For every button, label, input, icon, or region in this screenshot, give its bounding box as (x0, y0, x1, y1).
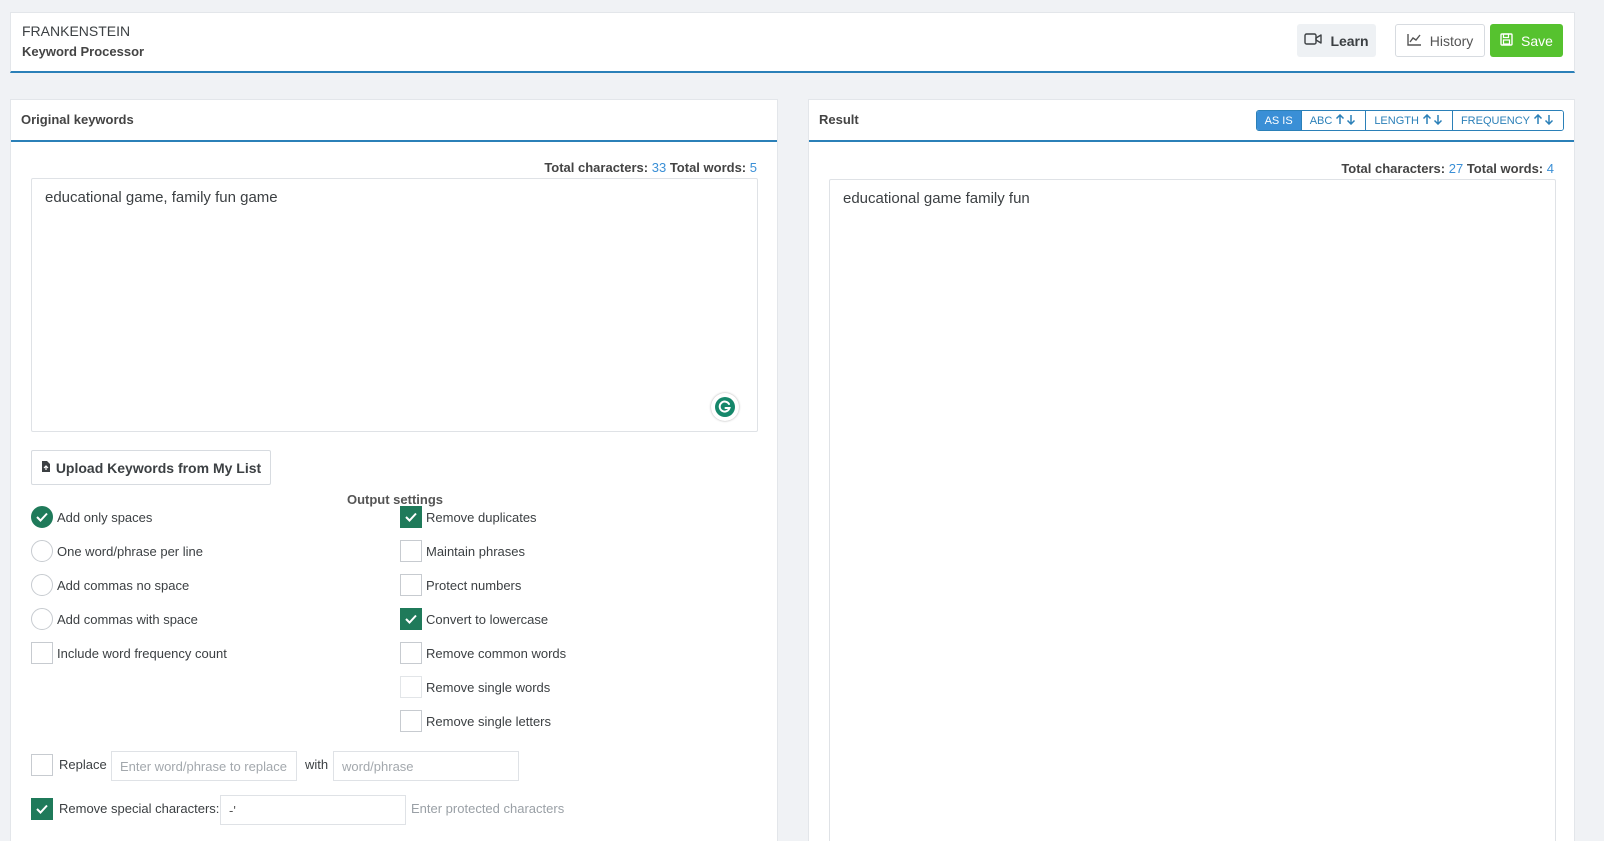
radio-label: One word/phrase per line (57, 543, 203, 559)
result-panel: Result AS IS ABC LENGTH FREQUENCY Total … (808, 99, 1575, 841)
chars-count: 27 (1448, 161, 1464, 176)
sort-length-button[interactable]: LENGTH (1365, 111, 1452, 130)
words-count: 4 (1546, 161, 1554, 176)
checkbox-label: Protect numbers (426, 577, 522, 593)
checkbox-convert-lowercase[interactable]: Convert to lowercase (400, 608, 548, 630)
sort-button-group: AS IS ABC LENGTH FREQUENCY (1255, 110, 1564, 131)
words-count: 5 (749, 160, 757, 175)
history-label: History (1429, 32, 1474, 49)
sort-label: LENGTH (1374, 114, 1419, 127)
learn-label: Learn (1330, 32, 1369, 49)
checkbox-remove-single-words[interactable]: Remove single words (400, 676, 550, 698)
keywords-textarea[interactable]: educational game, family fun game (31, 178, 758, 432)
radio-label: Add only spaces (57, 509, 153, 525)
sort-abc-button[interactable]: ABC (1300, 111, 1366, 130)
special-characters-label: Remove special characters: (59, 801, 220, 816)
sort-arrows-icon (1533, 113, 1555, 128)
checkbox-checked-icon (400, 608, 422, 630)
checkbox-maintain-phrases[interactable]: Maintain phrases (400, 540, 525, 562)
save-button[interactable]: Save (1490, 24, 1563, 57)
checkbox-unchecked-icon (31, 642, 53, 664)
app-subtitle: Keyword Processor (22, 44, 145, 59)
checkbox-label: Remove common words (426, 645, 567, 661)
result-text: educational game family fun (843, 190, 1030, 207)
history-button[interactable]: History (1395, 24, 1485, 57)
radio-commas-with-space[interactable]: Add commas with space (31, 608, 198, 630)
words-label: Total words: (1466, 161, 1544, 176)
panel-header: Result AS IS ABC LENGTH FREQUENCY (809, 100, 1574, 142)
file-upload-icon (41, 460, 51, 476)
replace-with-input[interactable] (333, 751, 519, 781)
checkbox-label: Remove single words (426, 679, 551, 695)
checkbox-remove-duplicates[interactable]: Remove duplicates (400, 506, 537, 528)
checkbox-unchecked-icon (400, 642, 422, 664)
app-header: FRANKENSTEIN Keyword Processor Learn His… (10, 12, 1575, 73)
panel-header: Original keywords (11, 100, 777, 142)
sort-frequency-button[interactable]: FREQUENCY (1451, 111, 1563, 130)
panel-title: Original keywords (21, 112, 134, 127)
radio-label: Add commas no space (57, 577, 190, 593)
protected-characters-hint: Enter protected characters (411, 801, 565, 816)
sort-as-is-button[interactable]: AS IS (1256, 111, 1301, 130)
checkbox-remove-single-letters[interactable]: Remove single letters (400, 710, 551, 732)
sort-arrows-icon (1422, 113, 1444, 128)
replace-find-input[interactable] (111, 751, 297, 781)
original-keywords-panel: Original keywords Total characters: 33 T… (10, 99, 778, 841)
checkbox-unchecked-icon (400, 574, 422, 596)
radio-label: Add commas with space (57, 611, 198, 627)
learn-button[interactable]: Learn (1297, 24, 1376, 57)
floppy-disk-icon (1500, 32, 1513, 49)
radio-commas-no-space[interactable]: Add commas no space (31, 574, 189, 596)
upload-label: Upload Keywords from My List (55, 459, 262, 476)
special-characters-input[interactable] (220, 795, 406, 825)
save-label: Save (1521, 32, 1553, 49)
sort-label: AS IS (1264, 114, 1293, 127)
radio-unchecked-icon (31, 574, 53, 596)
checkbox-unchecked-icon (400, 540, 422, 562)
checkbox-label: Remove single letters (426, 713, 551, 729)
checkbox-unchecked-icon (31, 754, 53, 776)
checkbox-label: Include word frequency count (57, 645, 227, 661)
sort-arrows-icon (1335, 113, 1357, 128)
checkbox-remove-common-words[interactable]: Remove common words (400, 642, 566, 664)
keywords-text: educational game, family fun game (45, 189, 278, 206)
chars-count: 33 (651, 160, 667, 175)
chars-label: Total characters: (544, 160, 649, 175)
video-camera-icon (1304, 32, 1323, 49)
checkbox-remove-special-characters[interactable] (31, 798, 53, 820)
checkbox-unchecked-icon (400, 710, 422, 732)
upload-keywords-button[interactable]: Upload Keywords from My List (31, 450, 271, 485)
checkbox-replace[interactable] (31, 754, 53, 776)
checkbox-label: Remove duplicates (426, 509, 537, 525)
output-settings-title: Output settings (346, 492, 444, 507)
panel-title: Result (819, 112, 859, 127)
radio-checked-icon (31, 506, 53, 528)
keyword-counts: Total characters: 33 Total words: 5 (544, 160, 757, 175)
checkbox-protect-numbers[interactable]: Protect numbers (400, 574, 521, 596)
checkbox-label: Maintain phrases (426, 543, 525, 559)
line-chart-icon (1407, 33, 1422, 49)
radio-add-only-spaces[interactable]: Add only spaces (31, 506, 152, 528)
grammarly-icon[interactable] (711, 393, 739, 421)
result-counts: Total characters: 27 Total words: 4 (1341, 161, 1554, 176)
radio-unchecked-icon (31, 540, 53, 562)
replace-label: Replace (59, 757, 107, 772)
checkbox-checked-icon (31, 798, 53, 820)
with-label: with (305, 757, 329, 772)
checkbox-checked-icon (400, 506, 422, 528)
app-title: FRANKENSTEIN (22, 23, 131, 39)
sort-label: FREQUENCY (1460, 114, 1530, 127)
words-label: Total words: (669, 160, 747, 175)
checkbox-unchecked-icon (400, 676, 422, 698)
sort-label: ABC (1309, 114, 1333, 127)
chars-label: Total characters: (1341, 161, 1446, 176)
result-textarea[interactable]: educational game family fun (829, 179, 1556, 841)
checkbox-label: Convert to lowercase (426, 611, 549, 627)
checkbox-word-frequency[interactable]: Include word frequency count (31, 642, 227, 664)
radio-one-per-line[interactable]: One word/phrase per line (31, 540, 203, 562)
radio-unchecked-icon (31, 608, 53, 630)
